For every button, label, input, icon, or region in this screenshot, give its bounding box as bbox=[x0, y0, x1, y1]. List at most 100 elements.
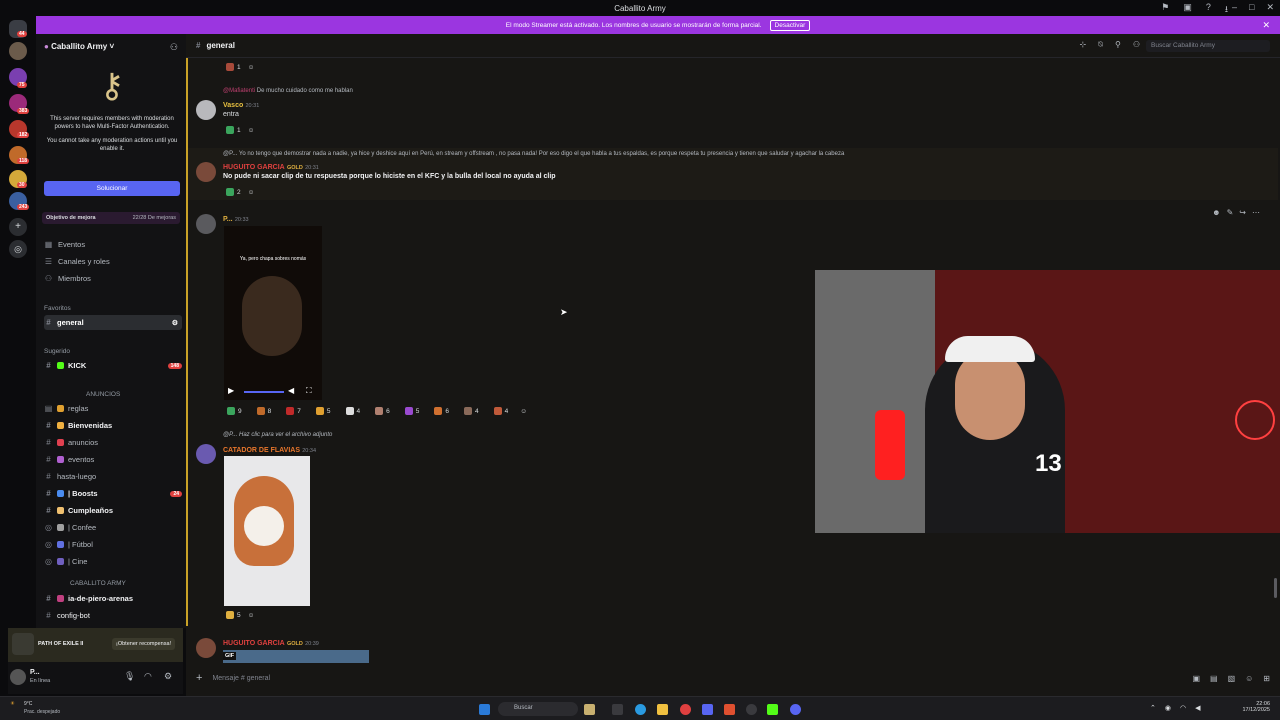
avatar[interactable] bbox=[10, 669, 26, 685]
gif-attachment[interactable]: GIF bbox=[223, 650, 369, 663]
minimize-icon[interactable]: – bbox=[1232, 2, 1237, 13]
mute-icon[interactable]: ⍉ bbox=[1098, 40, 1103, 50]
category-favoritos[interactable]: Favoritos bbox=[44, 305, 71, 312]
wifi-icon[interactable]: ◠ bbox=[1180, 704, 1186, 712]
avatar[interactable] bbox=[196, 214, 216, 234]
taskbar-search[interactable]: Buscar bbox=[498, 702, 578, 716]
settings-icon[interactable]: ⚙ bbox=[172, 319, 178, 327]
weather-icon[interactable]: ☀ bbox=[10, 701, 15, 707]
reaction[interactable]: 1 bbox=[223, 62, 244, 72]
nav-channels-roles[interactable]: ☰ Canales y roles bbox=[44, 257, 180, 266]
reply-icon[interactable]: ↪ bbox=[1239, 208, 1246, 217]
apps-icon[interactable]: ⊞ bbox=[1263, 674, 1270, 683]
app-icon[interactable] bbox=[680, 704, 691, 715]
channel-confee[interactable]: ◎ | Confee bbox=[44, 520, 182, 535]
disable-streamer-button[interactable]: Desactivar bbox=[769, 19, 811, 31]
volume-icon[interactable]: ◀ bbox=[1195, 704, 1200, 712]
category-caballito-army[interactable]: CABALLITO ARMY bbox=[70, 580, 126, 587]
reaction[interactable]: 9 bbox=[224, 406, 245, 416]
folder-icon[interactable] bbox=[657, 704, 668, 715]
category-anuncios[interactable]: ANUNCIOS bbox=[86, 391, 120, 398]
category-sugerido[interactable]: Sugerido bbox=[44, 348, 70, 355]
channel-ia-de-piero-arenas[interactable]: # ia-de-piero-arenas bbox=[44, 591, 182, 606]
gift-icon[interactable]: ▣ bbox=[1192, 674, 1200, 683]
channel-eventos[interactable]: # eventos bbox=[44, 452, 182, 467]
boost-goal[interactable]: Objetivo de mejora 22/28 De mejoras bbox=[42, 212, 180, 224]
microphone-icon[interactable]: 🎙 bbox=[124, 671, 135, 682]
members-icon[interactable]: ⚇ bbox=[1133, 40, 1140, 50]
headphones-icon[interactable]: ◠ bbox=[144, 671, 152, 682]
add-member-icon[interactable]: ⚇ bbox=[170, 42, 178, 53]
widget-icon[interactable] bbox=[584, 704, 595, 715]
volume-icon[interactable]: ◀ bbox=[288, 386, 294, 395]
app-icon[interactable] bbox=[702, 704, 713, 715]
video-progress[interactable] bbox=[244, 391, 284, 393]
avatar[interactable] bbox=[196, 100, 216, 120]
video-attachment[interactable]: Ya, pero chapa sobres nomás ▶ ◀ ⛶ bbox=[224, 226, 322, 400]
server-icon[interactable] bbox=[9, 42, 27, 60]
add-reaction-icon[interactable]: ☺ bbox=[520, 408, 527, 415]
channel-config-bot[interactable]: # config-bot bbox=[44, 608, 182, 623]
add-attachment-icon[interactable]: + bbox=[196, 672, 202, 684]
reaction[interactable]: 1 bbox=[223, 125, 244, 135]
maximize-icon[interactable]: □ bbox=[1249, 2, 1254, 13]
pin-icon[interactable]: ⚲ bbox=[1115, 40, 1121, 50]
add-reaction-icon[interactable]: ☺ bbox=[248, 64, 255, 71]
channel-futbol[interactable]: ◎ | Fútbol bbox=[44, 537, 182, 552]
reaction[interactable]: 6 bbox=[372, 406, 393, 416]
discord-icon[interactable] bbox=[790, 704, 801, 715]
image-attachment[interactable] bbox=[224, 456, 310, 606]
edit-icon[interactable]: ✎ bbox=[1227, 208, 1234, 217]
settings-icon[interactable]: ⚙ bbox=[164, 671, 172, 682]
scrollbar[interactable] bbox=[1274, 578, 1277, 598]
gif-icon[interactable]: ▤ bbox=[1210, 674, 1218, 683]
more-icon[interactable]: ⋯ bbox=[1252, 208, 1260, 217]
app-icon[interactable] bbox=[746, 704, 757, 715]
emoji-icon[interactable]: ☻ bbox=[1212, 208, 1220, 217]
tray-icon[interactable]: ⌃ bbox=[1150, 704, 1156, 712]
tray-icon[interactable]: ◉ bbox=[1165, 704, 1171, 712]
reaction[interactable]: 7 bbox=[283, 406, 304, 416]
reaction[interactable]: 8 bbox=[254, 406, 275, 416]
channel-anuncios[interactable]: # anuncios bbox=[44, 435, 182, 450]
fix-button[interactable]: Solucionar bbox=[44, 181, 180, 196]
task-view-icon[interactable] bbox=[612, 704, 623, 715]
channel-reglas[interactable]: ▤ reglas bbox=[44, 401, 182, 416]
threads-icon[interactable]: ⊹ bbox=[1079, 40, 1086, 50]
reaction[interactable]: 5 bbox=[402, 406, 423, 416]
nav-members[interactable]: ⚇ Miembros bbox=[44, 274, 180, 283]
avatar[interactable] bbox=[196, 638, 216, 658]
close-icon[interactable]: ✕ bbox=[1262, 20, 1270, 31]
play-icon[interactable]: ▶ bbox=[228, 386, 234, 395]
channel-kick[interactable]: # KICK 148 bbox=[44, 358, 182, 373]
channel-cine[interactable]: ◎ | Cine bbox=[44, 554, 182, 569]
sticker-icon[interactable]: ▧ bbox=[1228, 674, 1236, 683]
close-icon[interactable]: ✕ bbox=[1266, 2, 1274, 13]
avatar[interactable] bbox=[196, 444, 216, 464]
brave-icon[interactable] bbox=[724, 704, 735, 715]
channel-hasta-luego[interactable]: # hasta-luego bbox=[44, 469, 182, 484]
message-composer[interactable]: + Mensaje # general ▣ ▤ ▧ ☺ ⊞ bbox=[196, 669, 1270, 687]
server-name[interactable]: ● Caballito Army ˅ bbox=[44, 42, 114, 51]
reaction[interactable]: 5 bbox=[223, 610, 244, 620]
add-reaction-icon[interactable]: ☺ bbox=[248, 612, 255, 619]
clock[interactable]: 22:06 17/12/2025 bbox=[1238, 701, 1270, 713]
reaction[interactable]: 6 bbox=[431, 406, 452, 416]
activity-panel[interactable]: PATH OF EXILE II ¡Obtener recompensa! bbox=[8, 628, 183, 662]
add-reaction-icon[interactable]: ☺ bbox=[248, 127, 255, 134]
nav-events[interactable]: ▦ Eventos bbox=[44, 240, 180, 249]
add-server-icon[interactable]: + bbox=[9, 218, 27, 236]
kick-icon[interactable] bbox=[767, 704, 778, 715]
reaction[interactable]: 4 bbox=[491, 406, 512, 416]
reaction[interactable]: 4 bbox=[343, 406, 364, 416]
reply-preview[interactable]: @P... Yo no tengo que demostrar nada a n… bbox=[223, 151, 844, 157]
search-input[interactable]: Buscar Caballito Army bbox=[1146, 40, 1270, 52]
emoji-icon[interactable]: ☺ bbox=[1245, 674, 1253, 683]
reply-preview[interactable]: @P... Haz clic para ver el archivo adjun… bbox=[223, 432, 332, 438]
reaction[interactable]: 2 bbox=[223, 187, 244, 197]
reaction[interactable]: 4 bbox=[461, 406, 482, 416]
channel-general[interactable]: # general ⚙ bbox=[44, 315, 182, 330]
fullscreen-icon[interactable]: ⛶ bbox=[306, 386, 312, 396]
claim-reward-button[interactable]: ¡Obtener recompensa! bbox=[112, 638, 176, 650]
windows-start-icon[interactable] bbox=[479, 704, 490, 715]
